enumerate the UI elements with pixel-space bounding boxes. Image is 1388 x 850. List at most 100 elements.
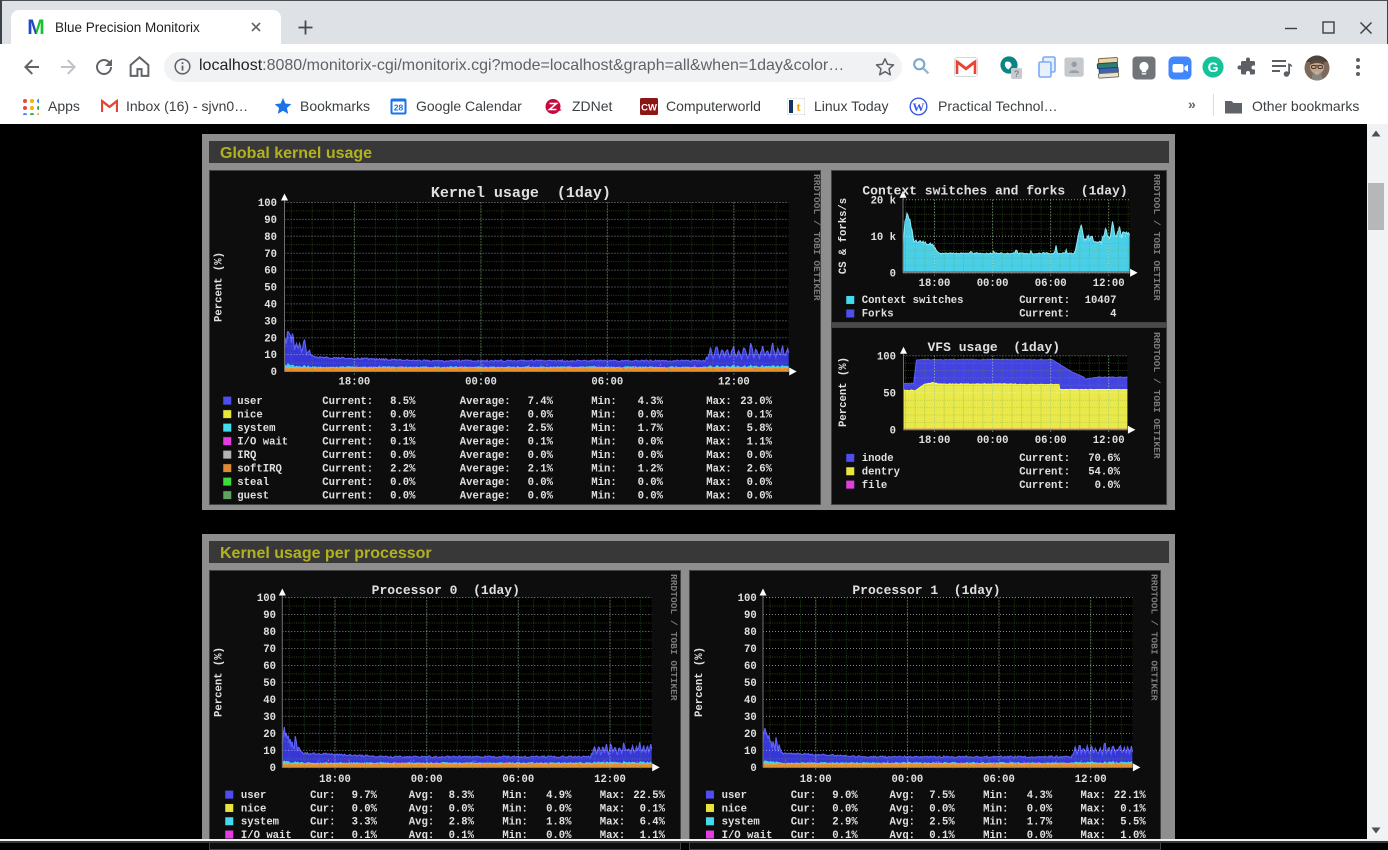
svg-text:06:00: 06:00: [591, 377, 623, 389]
svg-text:Context switches and forks (1: Context switches and forks (1day): [862, 184, 1127, 199]
svg-text:00:00: 00:00: [977, 435, 1009, 447]
svg-text:50: 50: [263, 678, 276, 690]
svg-text:06:00: 06:00: [983, 774, 1015, 786]
svg-text:Avg:: Avg:: [890, 790, 915, 802]
svg-text:12:00: 12:00: [1093, 278, 1125, 290]
svg-text:IRQ: IRQ: [237, 450, 257, 462]
svg-text:Processor 0 (1day): Processor 0 (1day): [372, 583, 520, 598]
svg-text:0.0%: 0.0%: [546, 803, 572, 815]
svg-text:5.5%: 5.5%: [1120, 817, 1146, 829]
svg-text:80: 80: [263, 627, 276, 639]
svg-text:20: 20: [263, 729, 276, 741]
svg-text:Current:: Current:: [322, 491, 373, 503]
svg-text:06:00: 06:00: [1035, 278, 1067, 290]
svg-text:80: 80: [744, 627, 757, 639]
svg-text:0.0%: 0.0%: [638, 437, 664, 449]
svg-text:RRDTOOL / TOBI OETIKER: RRDTOOL / TOBI OETIKER: [811, 174, 822, 301]
svg-text:Max:: Max:: [706, 464, 731, 476]
svg-text:12:00: 12:00: [718, 377, 750, 389]
svg-text:0: 0: [750, 763, 756, 775]
svg-text:Max:: Max:: [600, 817, 625, 829]
svg-text:12:00: 12:00: [594, 774, 626, 786]
svg-text:0: 0: [890, 268, 896, 280]
svg-text:1.1%: 1.1%: [747, 437, 773, 449]
svg-text:Current:: Current:: [1019, 309, 1070, 321]
svg-text:10: 10: [263, 746, 276, 758]
svg-text:1.7%: 1.7%: [638, 423, 664, 435]
svg-text:06:00: 06:00: [1035, 435, 1067, 447]
svg-text:10: 10: [744, 746, 757, 758]
svg-text:0.0%: 0.0%: [390, 450, 416, 462]
svg-text:steal: steal: [237, 477, 269, 489]
svg-text:Avg:: Avg:: [890, 817, 915, 829]
svg-text:7.5%: 7.5%: [929, 790, 955, 802]
svg-text:22.1%: 22.1%: [1114, 790, 1146, 802]
svg-text:50: 50: [883, 388, 896, 400]
svg-text:4: 4: [1110, 309, 1117, 321]
svg-text:RRDTOOL / TOBI OETIKER: RRDTOOL / TOBI OETIKER: [1151, 174, 1162, 301]
svg-text:Cur:: Cur:: [791, 790, 816, 802]
svg-text:18:00: 18:00: [339, 377, 371, 389]
svg-text:Cur:: Cur:: [310, 817, 335, 829]
svg-text:3.1%: 3.1%: [390, 423, 416, 435]
svg-text:2.9%: 2.9%: [832, 817, 858, 829]
svg-text:Current:: Current:: [322, 396, 373, 408]
svg-text:Processor 1 (1day): Processor 1 (1day): [852, 583, 1000, 598]
svg-text:0.0%: 0.0%: [449, 803, 475, 815]
svg-text:20 k: 20 k: [871, 195, 897, 207]
svg-text:RRDTOOL / TOBI OETIKER: RRDTOOL / TOBI OETIKER: [668, 574, 679, 701]
svg-text:Cur:: Cur:: [791, 817, 816, 829]
svg-text:Current:: Current:: [322, 477, 373, 489]
svg-text:Current:: Current:: [1019, 453, 1070, 465]
svg-text:18:00: 18:00: [919, 435, 951, 447]
svg-text:23.0%: 23.0%: [740, 396, 772, 408]
svg-text:system: system: [237, 423, 275, 435]
svg-text:Max:: Max:: [706, 437, 731, 449]
svg-text:Min:: Min:: [502, 803, 527, 815]
svg-text:Avg:: Avg:: [409, 790, 434, 802]
svg-text:30: 30: [744, 712, 757, 724]
svg-text:Avg:: Avg:: [409, 803, 434, 815]
svg-text:00:00: 00:00: [411, 774, 443, 786]
svg-text:40: 40: [744, 695, 757, 707]
svg-text:100: 100: [257, 593, 276, 605]
svg-text:Cur:: Cur:: [791, 803, 816, 815]
svg-text:30: 30: [264, 316, 277, 328]
svg-text:20: 20: [264, 333, 277, 345]
svg-text:Kernel usage (1day): Kernel usage (1day): [431, 185, 611, 202]
svg-text:Current:: Current:: [322, 410, 373, 422]
svg-text:Min:: Min:: [591, 450, 616, 462]
svg-text:Average:: Average:: [460, 396, 511, 408]
svg-text:00:00: 00:00: [892, 774, 924, 786]
svg-text:RRDTOOL / TOBI OETIKER: RRDTOOL / TOBI OETIKER: [1151, 332, 1162, 459]
svg-text:Min:: Min:: [983, 817, 1008, 829]
svg-text:2.5%: 2.5%: [528, 423, 554, 435]
svg-text:0.0%: 0.0%: [1095, 480, 1121, 492]
svg-text:Average:: Average:: [460, 464, 511, 476]
svg-text:Min:: Min:: [983, 790, 1008, 802]
svg-text:8.5%: 8.5%: [390, 396, 416, 408]
svg-text:0.1%: 0.1%: [390, 437, 416, 449]
svg-text:1.7%: 1.7%: [1027, 817, 1053, 829]
svg-text:Min:: Min:: [591, 437, 616, 449]
svg-text:2.2%: 2.2%: [390, 464, 416, 476]
svg-text:0.0%: 0.0%: [1027, 803, 1053, 815]
svg-text:0.0%: 0.0%: [528, 477, 554, 489]
svg-text:Forks: Forks: [862, 309, 894, 321]
svg-text:file: file: [862, 480, 887, 492]
svg-text:Average:: Average:: [460, 450, 511, 462]
svg-text:2.1%: 2.1%: [528, 464, 554, 476]
svg-text:Max:: Max:: [706, 477, 731, 489]
svg-text:Min:: Min:: [591, 396, 616, 408]
svg-text:0.0%: 0.0%: [638, 477, 664, 489]
svg-text:4.3%: 4.3%: [1027, 790, 1053, 802]
svg-text:0: 0: [271, 367, 277, 379]
svg-text:60: 60: [744, 661, 757, 673]
svg-text:30: 30: [263, 712, 276, 724]
svg-text:0.0%: 0.0%: [929, 803, 955, 815]
svg-text:0.0%: 0.0%: [528, 491, 554, 503]
svg-text:Percent (%): Percent (%): [214, 647, 226, 717]
svg-text:Max:: Max:: [706, 410, 731, 422]
svg-text:00:00: 00:00: [465, 377, 497, 389]
svg-text:90: 90: [264, 215, 277, 227]
